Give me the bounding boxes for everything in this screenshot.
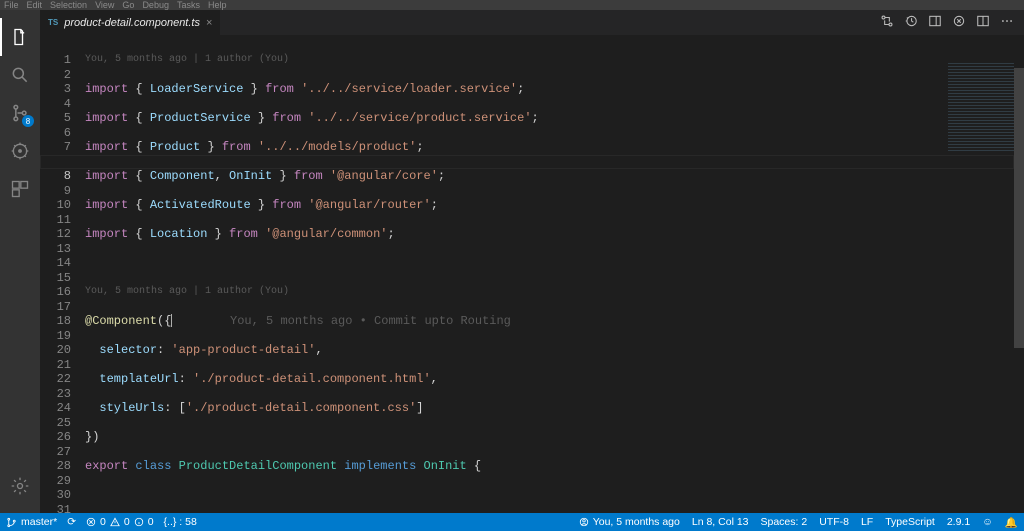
menu-bar: File Edit Selection View Go Debug Tasks …: [0, 0, 1024, 10]
status-sync[interactable]: ⟳: [67, 516, 76, 528]
status-encoding[interactable]: UTF-8: [819, 516, 849, 528]
scrollbar-thumb[interactable]: [1014, 68, 1024, 348]
vertical-scrollbar[interactable]: [1014, 60, 1024, 513]
debug-icon[interactable]: [0, 132, 40, 170]
tab-title: product-detail.component.ts: [64, 17, 200, 29]
editor-actions: [870, 10, 1024, 35]
git-compare-icon[interactable]: [880, 14, 894, 31]
code-content[interactable]: You, 5 months ago | 1 author (You) impor…: [85, 35, 1024, 513]
menu-tasks[interactable]: Tasks: [177, 0, 200, 10]
open-preview-icon[interactable]: [928, 14, 942, 31]
menu-debug[interactable]: Debug: [142, 0, 169, 10]
typescript-icon: TS: [48, 18, 58, 27]
scm-badge: 8: [22, 115, 34, 127]
menu-file[interactable]: File: [4, 0, 19, 10]
settings-gear-icon[interactable]: [0, 467, 40, 505]
editor-body[interactable]: 1234567 89101112131415161718192021222324…: [40, 35, 1024, 513]
line-number-gutter: 1234567 89101112131415161718192021222324…: [40, 35, 85, 513]
tab-product-detail[interactable]: TS product-detail.component.ts ×: [40, 10, 221, 35]
menu-go[interactable]: Go: [122, 0, 134, 10]
explorer-icon[interactable]: [0, 18, 40, 56]
status-bar: master* ⟳ 0 0 0 {..} : 58 You, 5 months …: [0, 513, 1024, 531]
status-notifications-icon[interactable]: 🔔: [1005, 516, 1018, 529]
gitlens-inline-blame: You, 5 months ago • Commit upto Routing: [230, 314, 511, 328]
source-control-icon[interactable]: 8: [0, 94, 40, 132]
search-icon[interactable]: [0, 56, 40, 94]
history-icon[interactable]: [904, 14, 918, 31]
split-editor-icon[interactable]: [976, 14, 990, 31]
status-branch[interactable]: master*: [6, 516, 57, 528]
gitlens-blame-top: You, 5 months ago | 1 author (You): [85, 54, 1024, 68]
menu-help[interactable]: Help: [208, 0, 227, 10]
activity-bar: 8: [0, 10, 40, 513]
menu-edit[interactable]: Edit: [27, 0, 43, 10]
editor-area: TS product-detail.component.ts ×: [40, 10, 1024, 513]
status-eol[interactable]: LF: [861, 516, 873, 528]
status-cursor-position[interactable]: Ln 8, Col 13: [692, 516, 749, 528]
close-icon[interactable]: ×: [206, 17, 212, 29]
status-git-author[interactable]: You, 5 months ago: [579, 516, 680, 528]
menu-selection[interactable]: Selection: [50, 0, 87, 10]
menu-view[interactable]: View: [95, 0, 114, 10]
status-problems[interactable]: 0 0 0: [86, 516, 154, 528]
extensions-icon[interactable]: [0, 170, 40, 208]
status-language[interactable]: TypeScript: [885, 516, 935, 528]
status-brackets[interactable]: {..} : 58: [164, 516, 197, 528]
status-ts-version[interactable]: 2.9.1: [947, 516, 970, 528]
status-feedback-icon[interactable]: ☺: [982, 516, 993, 528]
tab-bar: TS product-detail.component.ts ×: [40, 10, 1024, 35]
close-all-icon[interactable]: [952, 14, 966, 31]
status-indentation[interactable]: Spaces: 2: [761, 516, 808, 528]
more-actions-icon[interactable]: [1000, 14, 1014, 31]
gitlens-blame-component: You, 5 months ago | 1 author (You): [85, 285, 1024, 299]
